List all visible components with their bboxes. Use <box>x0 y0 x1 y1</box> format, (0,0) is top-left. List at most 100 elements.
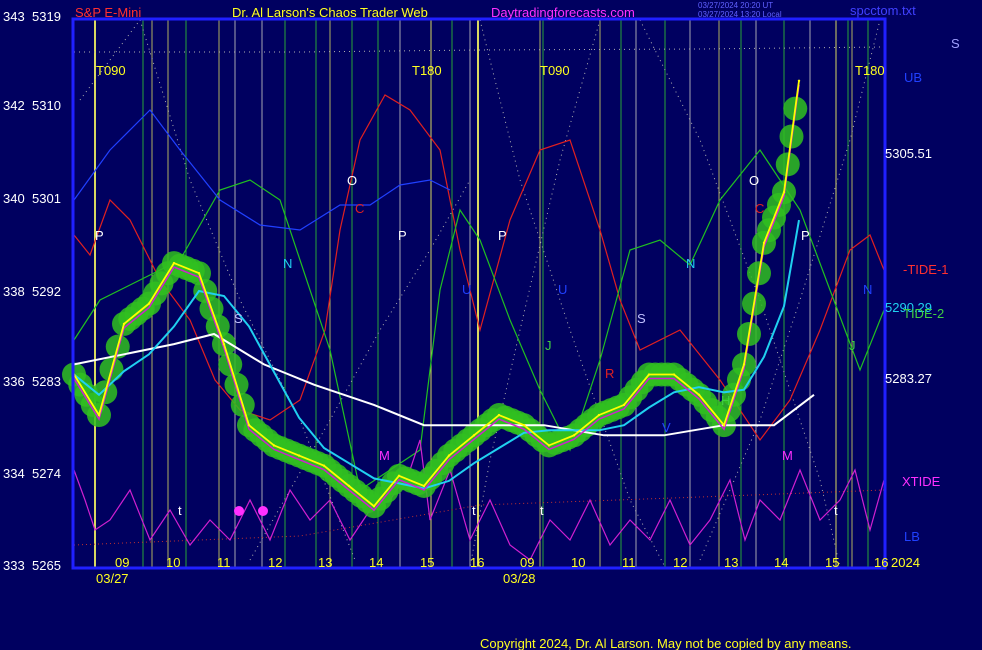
cycle-letter: P <box>801 228 810 243</box>
tide1-label: -TIDE-1 <box>903 262 949 277</box>
chart-svg: S&P E-Mini Dr. Al Larson's Chaos Trader … <box>0 0 982 650</box>
tide2-label: TIDE-2 <box>903 306 944 321</box>
price-point <box>247 423 251 427</box>
x-tick: 16 <box>874 555 888 570</box>
cycle-letter: t <box>540 503 544 518</box>
price-point <box>272 444 276 447</box>
price-point <box>547 444 551 447</box>
x-tick: 09 <box>520 555 534 570</box>
price-point <box>622 403 626 407</box>
x-tick: 12 <box>268 555 282 570</box>
copyright-notice: Copyright 2024, Dr. Al Larson. May not b… <box>480 636 851 650</box>
cycle-letter: N <box>863 282 872 297</box>
cycle-letter: M <box>379 448 390 463</box>
price-point <box>447 454 451 457</box>
x-tick: 13 <box>724 555 738 570</box>
time-marker: T090 <box>540 63 570 78</box>
low-marker <box>258 506 268 516</box>
cycle-letter: N <box>686 256 695 271</box>
price-point <box>647 373 651 376</box>
right-label-s: S <box>951 36 960 51</box>
date-label: 03/27 <box>96 571 129 586</box>
price-level-1: 5305.51 <box>885 146 932 161</box>
data-file-name: spcctom.txt <box>850 3 916 18</box>
y-tick-price: 5310 <box>32 98 61 113</box>
local-timestamp: 03/27/2024 13:20 Local <box>698 10 782 19</box>
x-tick: 15 <box>825 555 839 570</box>
cycle-letter: J <box>849 338 856 353</box>
x-tick: 14 <box>774 555 788 570</box>
cycle-letter: N <box>283 256 292 271</box>
price-point <box>122 322 126 326</box>
y-tick-price: 5274 <box>32 466 61 481</box>
time-marker: T180 <box>412 63 442 78</box>
price-point <box>97 413 101 417</box>
y-tick-price: 5283 <box>32 374 61 389</box>
x-tick: 12 <box>673 555 687 570</box>
utc-timestamp: 03/27/2024 20:20 UT <box>698 1 773 10</box>
site-url[interactable]: Daytradingforecasts.com <box>491 5 635 20</box>
y-tick-left: 340 <box>3 191 25 206</box>
cycle-letter: M <box>782 448 793 463</box>
y-tick-left: 343 <box>3 9 25 24</box>
y-tick-left: 338 <box>3 284 25 299</box>
y-tick-price: 5301 <box>32 191 61 206</box>
price-point <box>322 464 326 467</box>
cycle-letter: O <box>347 173 357 188</box>
time-marker: T090 <box>96 63 126 78</box>
price-point <box>672 373 676 376</box>
low-marker <box>234 506 244 516</box>
price-point <box>522 423 526 427</box>
price-point <box>697 393 701 396</box>
price-point <box>597 413 601 417</box>
year-label: 2024 <box>891 555 920 570</box>
cycle-letter: R <box>605 366 614 381</box>
price-point <box>297 454 301 457</box>
cycle-letter: t <box>834 503 838 518</box>
price-point <box>472 434 476 437</box>
cycle-letter: O <box>749 173 759 188</box>
upper-band-label: UB <box>904 70 922 85</box>
cycle-letter: C <box>355 201 364 216</box>
price-level-3: 5283.27 <box>885 371 932 386</box>
price-point <box>347 484 351 488</box>
x-tick: 15 <box>420 555 434 570</box>
x-tick: 14 <box>369 555 383 570</box>
x-tick: 10 <box>571 555 585 570</box>
price-point <box>422 484 426 488</box>
x-tick: 13 <box>318 555 332 570</box>
price-point <box>172 261 176 265</box>
x-tick: 16 <box>470 555 484 570</box>
x-tick: 11 <box>217 555 231 570</box>
y-tick-left: 342 <box>3 98 25 113</box>
cycle-letter: S <box>234 311 243 326</box>
price-point <box>572 434 576 437</box>
price-point <box>197 272 201 275</box>
price-point <box>372 505 376 508</box>
lower-band-label: LB <box>904 529 920 544</box>
y-tick-price: 5319 <box>32 9 61 24</box>
price-point <box>497 413 501 417</box>
price-point <box>147 302 151 305</box>
y-tick-left: 333 <box>3 558 25 573</box>
cycle-letter: t <box>178 503 182 518</box>
instrument-title: S&P E-Mini <box>75 5 141 20</box>
price-point <box>222 342 226 346</box>
xtide-label: XTIDE <box>902 474 941 489</box>
x-tick: 11 <box>622 555 636 570</box>
y-tick-price: 5292 <box>32 284 61 299</box>
cycle-letter: C <box>755 201 764 216</box>
cycle-letter: t <box>472 503 476 518</box>
cycle-letter: V <box>662 420 671 435</box>
cycle-letter: P <box>498 228 507 243</box>
site-title: Dr. Al Larson's Chaos Trader Web <box>232 5 428 20</box>
cycle-letter: U <box>462 282 471 297</box>
price-point <box>397 474 401 478</box>
cycle-letter: J <box>545 338 552 353</box>
price-point <box>782 191 786 194</box>
time-marker: T180 <box>855 63 885 78</box>
price-point <box>722 423 726 427</box>
date-label: 03/28 <box>503 571 536 586</box>
price-point <box>742 363 746 366</box>
price-point <box>762 241 766 245</box>
